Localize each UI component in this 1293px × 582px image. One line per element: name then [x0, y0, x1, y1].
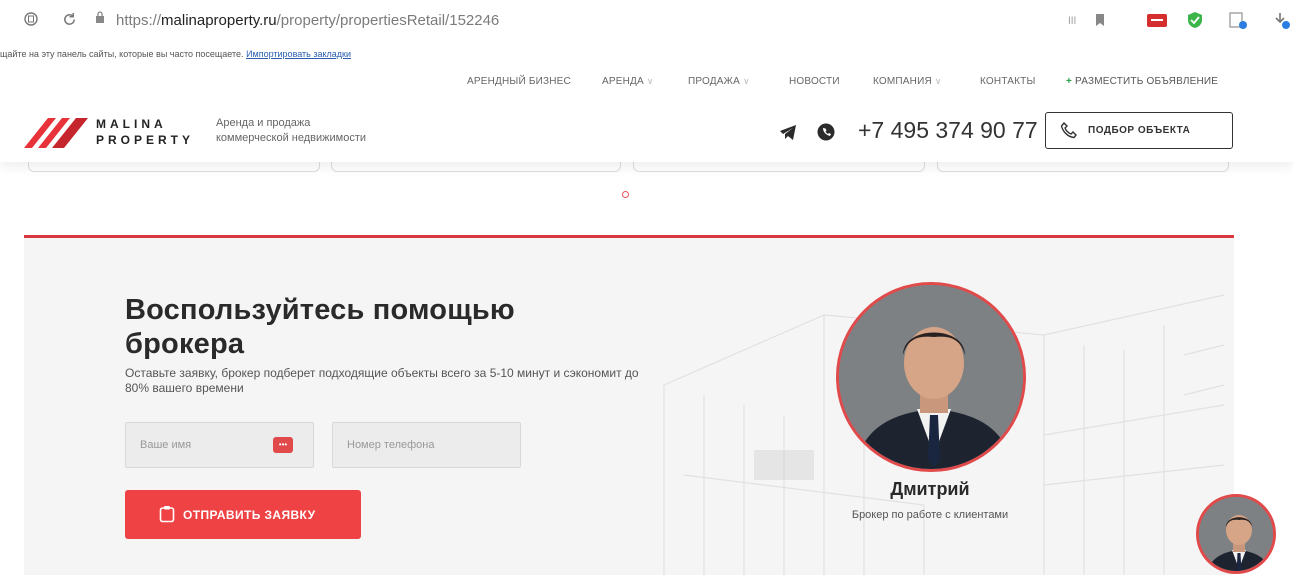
extension-red-icon[interactable]	[1146, 11, 1168, 29]
chat-widget-avatar[interactable]	[1196, 494, 1276, 574]
browser-address-bar: https://malinaproperty.ru/property/prope…	[0, 0, 1293, 42]
import-bookmarks-link[interactable]: Импортировать закладки	[246, 49, 351, 59]
lock-icon	[96, 11, 104, 23]
extension-notes-icon[interactable]	[1228, 11, 1248, 29]
phone-icon	[1060, 122, 1077, 139]
reload-icon[interactable]	[62, 12, 77, 31]
nav-contacts[interactable]: КОНТАКТЫ	[980, 76, 1036, 87]
telegram-icon[interactable]	[778, 122, 798, 142]
password-manager-icon[interactable]: •••	[273, 437, 293, 453]
whatsapp-icon[interactable]	[816, 122, 836, 142]
clipboard-icon	[159, 506, 175, 523]
nav-rent[interactable]: АРЕНДА ∨	[602, 76, 654, 87]
nav-company[interactable]: КОМПАНИЯ ∨	[873, 76, 942, 87]
bookmark-icon[interactable]	[1094, 11, 1106, 29]
reader-mode-icon[interactable]: lll	[1068, 11, 1082, 29]
logo-mark-icon[interactable]	[22, 114, 92, 150]
nav-sale[interactable]: ПРОДАЖА ∨	[688, 76, 750, 87]
bookmarks-hint: щайте на эту панель сайты, которые вы ча…	[0, 49, 352, 59]
broker-help-section: Воспользуйтесь помощью брокера Оставьте …	[24, 235, 1234, 575]
broker-role: Брокер по работе с клиентами	[851, 509, 1009, 521]
chevron-down-icon: ∨	[934, 76, 942, 86]
phone-number[interactable]: +7 495 374 90 77	[858, 117, 1038, 144]
svg-text:lll: lll	[1068, 16, 1076, 27]
pick-object-button[interactable]: ПОДБОР ОБЪЕКТА	[1045, 112, 1233, 149]
section-accent-line	[24, 235, 1234, 238]
broker-avatar	[836, 282, 1026, 472]
tagline: Аренда и продажа коммерческой недвижимос…	[216, 117, 366, 144]
nav-rental-business[interactable]: АРЕНДНЫЙ БИЗНЕС	[467, 76, 571, 87]
phone-input[interactable]	[332, 422, 521, 468]
site-header: MALINA PROPERTY Аренда и продажа коммерч…	[0, 100, 1293, 162]
section-title: Воспользуйтесь помощью брокера	[125, 294, 515, 360]
post-ad-link[interactable]: + РАЗМЕСТИТЬ ОБЪЯВЛЕНИЕ	[1066, 76, 1218, 87]
url-field[interactable]: https://malinaproperty.ru/property/prope…	[116, 12, 499, 29]
plus-icon: +	[1066, 76, 1073, 87]
submit-request-button[interactable]: ОТПРАВИТЬ ЗАЯВКУ	[125, 490, 361, 539]
top-navigation: АРЕНДНЫЙ БИЗНЕС АРЕНДА ∨ ПРОДАЖА ∨ НОВОСТИ…	[0, 66, 1293, 100]
logo-text[interactable]: MALINA PROPERTY	[96, 116, 194, 148]
shield-icon[interactable]	[1186, 11, 1204, 29]
reader-icon[interactable]	[24, 12, 38, 30]
download-icon[interactable]	[1272, 11, 1292, 29]
bookmarks-bar: щайте на эту панель сайты, которые вы ча…	[0, 42, 1293, 66]
broker-name: Дмитрий	[890, 479, 970, 499]
chevron-down-icon: ∨	[742, 76, 750, 86]
carousel-dot[interactable]	[622, 191, 629, 198]
section-description: Оставьте заявку, брокер подберет подходя…	[125, 366, 639, 395]
nav-news[interactable]: НОВОСТИ	[789, 76, 840, 87]
chevron-down-icon: ∨	[646, 76, 654, 86]
